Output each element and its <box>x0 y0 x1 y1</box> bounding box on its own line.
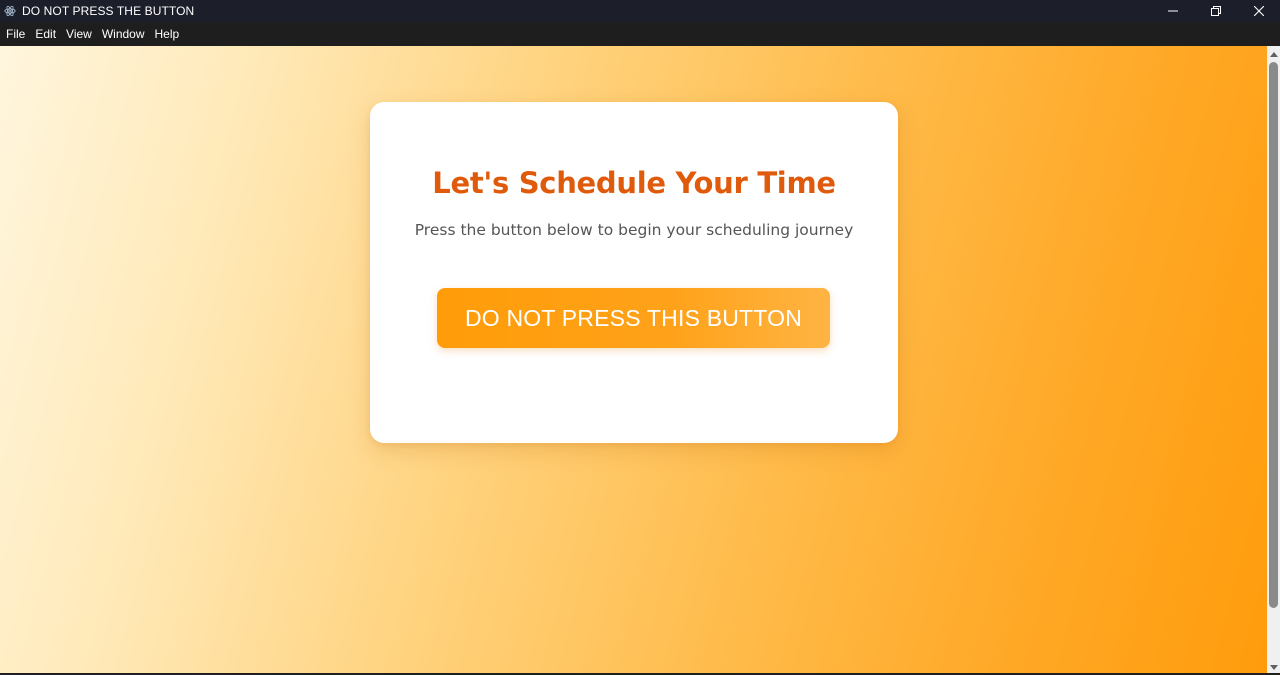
schedule-card: Let's Schedule Your Time Press the butto… <box>370 102 898 443</box>
close-button[interactable] <box>1237 0 1280 22</box>
menu-edit[interactable]: Edit <box>30 22 61 46</box>
menu-window[interactable]: Window <box>97 22 150 46</box>
scroll-up-arrow-icon <box>1269 44 1278 62</box>
scroll-down-button[interactable] <box>1267 659 1280 673</box>
window-controls <box>1151 0 1280 22</box>
minimize-icon <box>1167 6 1178 16</box>
vertical-scrollbar[interactable] <box>1267 46 1280 673</box>
close-icon <box>1253 6 1264 16</box>
scroll-down-arrow-icon <box>1269 657 1278 675</box>
menu-view[interactable]: View <box>61 22 97 46</box>
title-bar: DO NOT PRESS THE BUTTON <box>0 0 1280 22</box>
restore-icon <box>1210 6 1221 16</box>
do-not-press-button[interactable]: DO NOT PRESS THIS BUTTON <box>437 288 830 348</box>
window-title: DO NOT PRESS THE BUTTON <box>22 4 195 18</box>
electron-atom-icon <box>4 5 16 17</box>
menu-file[interactable]: File <box>1 22 30 46</box>
card-subtitle: Press the button below to begin your sch… <box>414 221 854 239</box>
scroll-up-button[interactable] <box>1267 46 1280 60</box>
menu-help[interactable]: Help <box>150 22 185 46</box>
minimize-button[interactable] <box>1151 0 1194 22</box>
restore-button[interactable] <box>1194 0 1237 22</box>
menu-bar: File Edit View Window Help <box>0 22 1280 46</box>
card-title: Let's Schedule Your Time <box>432 166 836 200</box>
scroll-thumb[interactable] <box>1269 62 1278 608</box>
page-background: Let's Schedule Your Time Press the butto… <box>0 46 1267 673</box>
